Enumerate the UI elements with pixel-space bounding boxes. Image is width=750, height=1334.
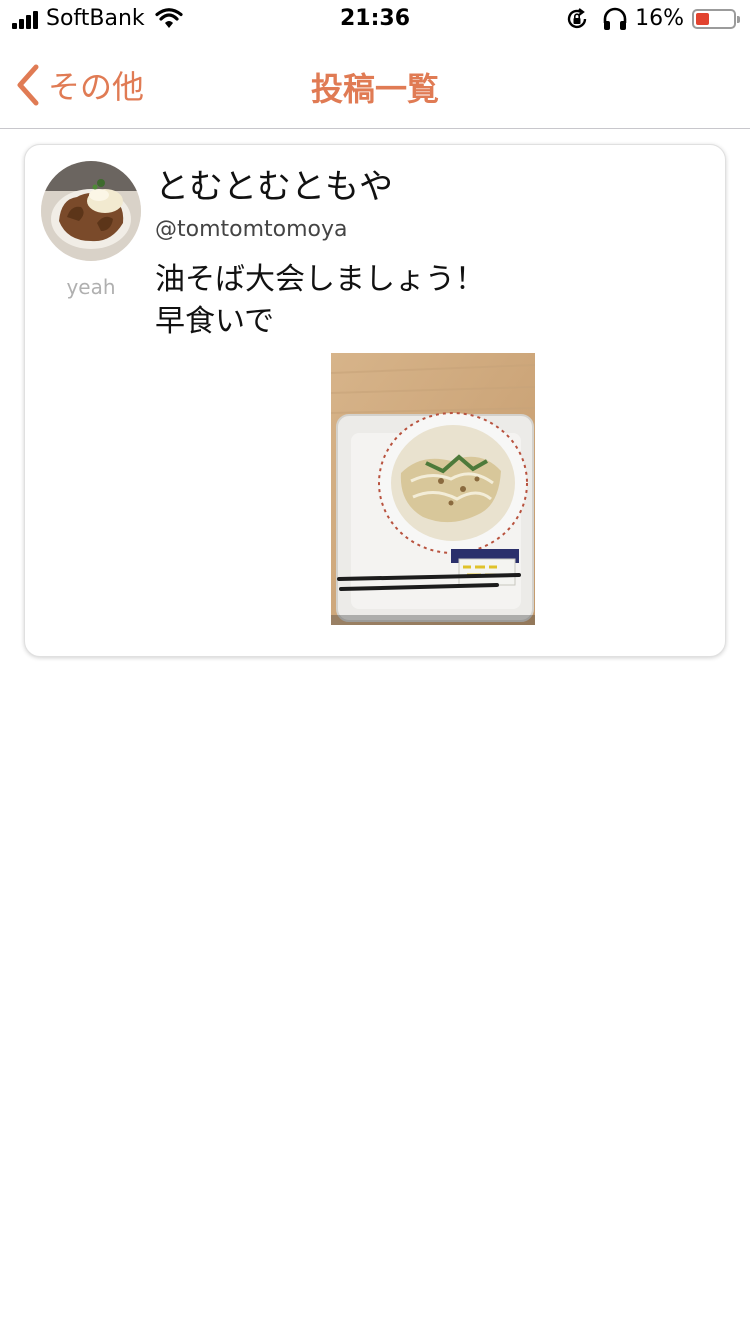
battery-icon (692, 8, 740, 29)
status-right: 16% (565, 6, 740, 31)
avatar-food-image (41, 161, 141, 261)
post-image[interactable] (331, 353, 535, 625)
avatar-caption: yeah (66, 275, 116, 299)
display-name: とむとむともや (155, 167, 393, 207)
battery-fill (696, 12, 709, 25)
page-title: 投稿一覧 (310, 70, 439, 108)
abura-soba-photo (331, 353, 535, 625)
status-bar: SoftBank 21:36 16% (0, 0, 750, 40)
user-handle: @tomtomtomoya (155, 217, 348, 242)
battery-percent: 16% (635, 6, 684, 31)
headphones-icon (603, 7, 627, 30)
post-text: 油そば大会しましょう！ 早食いで (155, 262, 485, 339)
navigation-bar: その他 投稿一覧 (0, 40, 750, 129)
avatar[interactable] (41, 161, 141, 261)
rotation-lock-icon (567, 7, 587, 28)
post-card[interactable]: yeah とむとむともや @tomtomtomoya 油そば大会しましょう！ 早… (24, 144, 726, 657)
